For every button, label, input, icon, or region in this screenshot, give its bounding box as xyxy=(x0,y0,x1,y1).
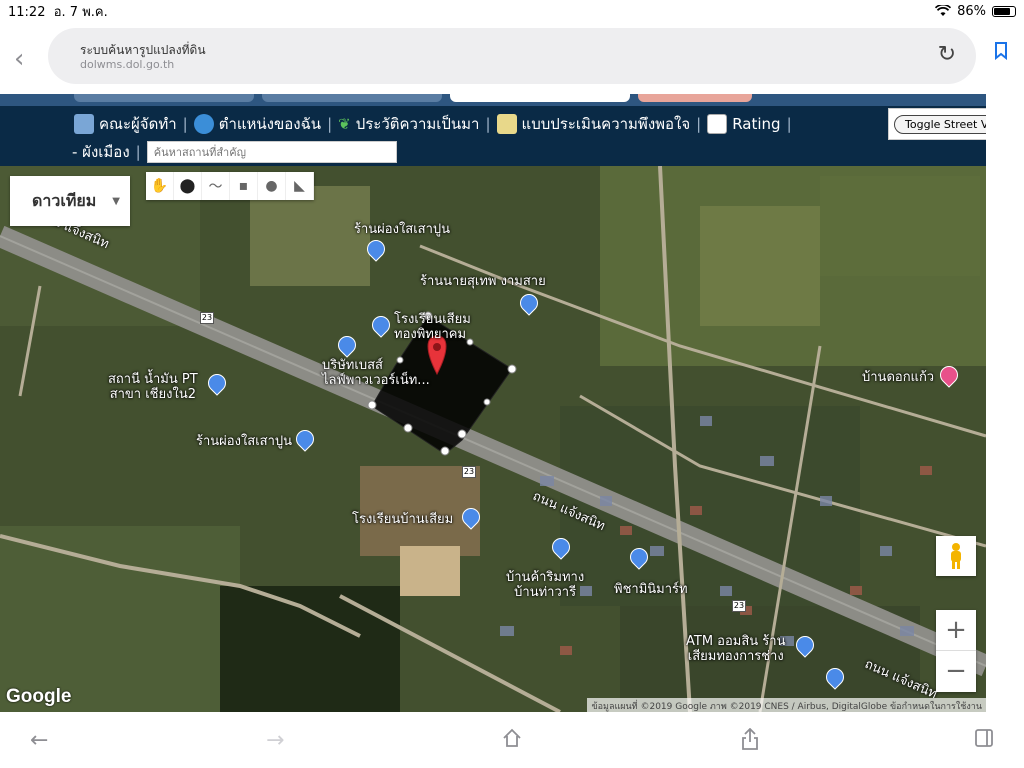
map-label-shop: ร้านผ่องใสเสาปูน xyxy=(354,222,451,237)
zoom-in-button[interactable]: + xyxy=(936,610,976,650)
nav-menu: คณะผู้จัดทำ | ตำแหน่งของฉัน | ❦ ประวัติค… xyxy=(74,112,792,136)
browser-toolbar: ‹ ระบบค้นหารูปแปลงที่ดิน dolwms.dol.go.t… xyxy=(0,22,1024,94)
bookmark-icon[interactable] xyxy=(994,42,1008,60)
forward-arrow-icon[interactable]: → xyxy=(266,728,284,753)
home-icon[interactable] xyxy=(502,728,522,748)
map-attribution[interactable]: ข้อมูลแผนที่ ©2019 Google ภาพ ©2019 CNES… xyxy=(587,698,986,712)
pan-hand-icon[interactable]: ✋ xyxy=(146,172,174,200)
map-label-atm: ATM ออมสิน ร้าน เสียมทองการช่าง xyxy=(686,634,785,664)
back-chevron-icon[interactable]: ‹ xyxy=(14,44,24,74)
status-time: 11:22 xyxy=(8,4,46,20)
nav-item-rating[interactable]: Rating xyxy=(707,114,781,134)
reload-icon[interactable]: ↻ xyxy=(938,42,956,67)
nav-item-label: ประวัติความเป็นมา xyxy=(355,115,480,133)
route-badge: 23 xyxy=(200,312,214,324)
map-label-place: บ้านค้าริมทาง บ้านท่าวารี xyxy=(506,570,584,600)
nav-row-2: - ผังเมือง | xyxy=(72,140,397,164)
map-label-line: ไลฟ์พาวเวอร์เน็ท... xyxy=(322,373,430,388)
team-icon xyxy=(74,114,94,134)
plant-icon: ❦ xyxy=(338,115,351,133)
map-label-line: บ้านค้าริมทาง xyxy=(506,570,585,585)
polyline-icon[interactable]: 〜 xyxy=(202,172,230,200)
satellite-imagery xyxy=(0,166,986,712)
map-label-gas-station: สถานี น้ำมัน PT สาขา เชียงใน2 xyxy=(108,372,198,402)
nav-item-zoning[interactable]: - ผังเมือง xyxy=(72,140,130,164)
map-label-line: บ้านท่าวารี xyxy=(514,585,577,600)
page-gutter xyxy=(986,94,1024,712)
nav-item-label: คณะผู้จัดทำ xyxy=(99,115,177,133)
pencil-icon xyxy=(496,114,517,134)
google-logo: Google xyxy=(6,686,72,707)
map-label-place: บ้านดอกแก้ว xyxy=(862,370,935,385)
map-label-line: ทองพิทยาคม xyxy=(394,327,467,342)
wifi-icon xyxy=(935,5,952,16)
map-label-company: บริษัทเบสส์ ไลฟ์พาวเวอร์เน็ท... xyxy=(322,358,430,388)
drawing-toolbar: ✋ ⬤ 〜 ▪ ● ◣ xyxy=(146,172,314,200)
nav-item-survey[interactable]: แบบประเมินความพึงพอใจ xyxy=(496,112,691,136)
nav-item-label: แบบประเมินความพึงพอใจ xyxy=(521,115,691,133)
battery-percent: 86% xyxy=(957,3,986,19)
map-label-school: โรงเรียนเสียม ทองพิทยาคม xyxy=(394,312,471,342)
web-content: คณะผู้จัดทำ | ตำแหน่งของฉัน | ❦ ประวัติค… xyxy=(0,94,986,712)
map-label-shop: ร้านนายสุเทพ งามสาย xyxy=(420,274,546,289)
polygon-icon[interactable]: ◣ xyxy=(286,172,314,200)
pegman-icon[interactable] xyxy=(936,536,976,576)
nav-item-my-location[interactable]: ตำแหน่งของฉัน xyxy=(193,112,322,136)
toggle-street-view-label: Toggle Street View xyxy=(894,114,986,134)
map-type-selector[interactable]: ดาวเทียม ▼ xyxy=(10,176,130,226)
map-label-line: ATM ออมสิน ร้าน xyxy=(686,634,786,649)
map-label-shop: พิชามินิมาร์ท xyxy=(614,582,688,597)
globe-icon xyxy=(193,114,214,134)
status-date: อ. 7 พ.ค. xyxy=(53,4,108,20)
address-bar[interactable]: ระบบค้นหารูปแปลงที่ดิน dolwms.dol.go.th … xyxy=(48,28,976,84)
map-label-school: โรงเรียนบ้านเสียม xyxy=(352,512,454,527)
battery-icon xyxy=(992,5,1016,17)
nav-item-history[interactable]: ❦ ประวัติความเป็นมา xyxy=(338,112,479,136)
status-bar: 11:22 อ. 7 พ.ค. 86% xyxy=(0,0,1024,22)
circle-icon[interactable]: ● xyxy=(258,172,286,200)
header-strip xyxy=(0,94,986,106)
zoom-out-button[interactable]: − xyxy=(936,651,976,691)
map-canvas[interactable]: 23 23 23 ถนน แจ้งสนิท ร้านผ่องใสเสาปูน ร… xyxy=(0,166,986,712)
map-label-line: โรงเรียนเสียม xyxy=(394,312,471,327)
zoom-control: + − xyxy=(936,610,976,692)
map-label-line: บริษัทเบสส์ xyxy=(322,358,383,373)
share-icon[interactable] xyxy=(740,728,760,750)
tabs-icon[interactable] xyxy=(974,728,994,748)
nav-item-label: Rating xyxy=(732,115,781,133)
map-label-shop: ร้านผ่องใสเสาปูน xyxy=(196,434,293,449)
map-label-line: สถานี น้ำมัน PT xyxy=(108,372,198,387)
map-type-label: ดาวเทียม xyxy=(32,190,97,210)
marker-icon[interactable]: ⬤ xyxy=(174,172,202,200)
rectangle-icon[interactable]: ▪ xyxy=(230,172,258,200)
place-search-input[interactable] xyxy=(146,141,397,163)
page-url: dolwms.dol.go.th xyxy=(80,58,175,71)
chart-icon xyxy=(707,114,728,134)
nav-item-label: ตำแหน่งของฉัน xyxy=(218,115,322,133)
browser-bottom-bar: ← → xyxy=(0,712,1024,768)
status-time-date: 11:22 อ. 7 พ.ค. xyxy=(8,1,108,22)
nav-bar: คณะผู้จัดทำ | ตำแหน่งของฉัน | ❦ ประวัติค… xyxy=(0,106,986,166)
map-label-line: สาขา เชียงใน2 xyxy=(109,387,196,402)
toggle-street-view-button[interactable]: Toggle Street View xyxy=(888,108,986,140)
route-badge: 23 xyxy=(732,600,746,612)
back-arrow-icon[interactable]: ← xyxy=(30,728,48,753)
route-badge: 23 xyxy=(462,466,476,478)
nav-item-team[interactable]: คณะผู้จัดทำ xyxy=(74,112,177,136)
map-label-line: เสียมทองการช่าง xyxy=(687,649,784,664)
caret-down-icon: ▼ xyxy=(112,195,120,207)
